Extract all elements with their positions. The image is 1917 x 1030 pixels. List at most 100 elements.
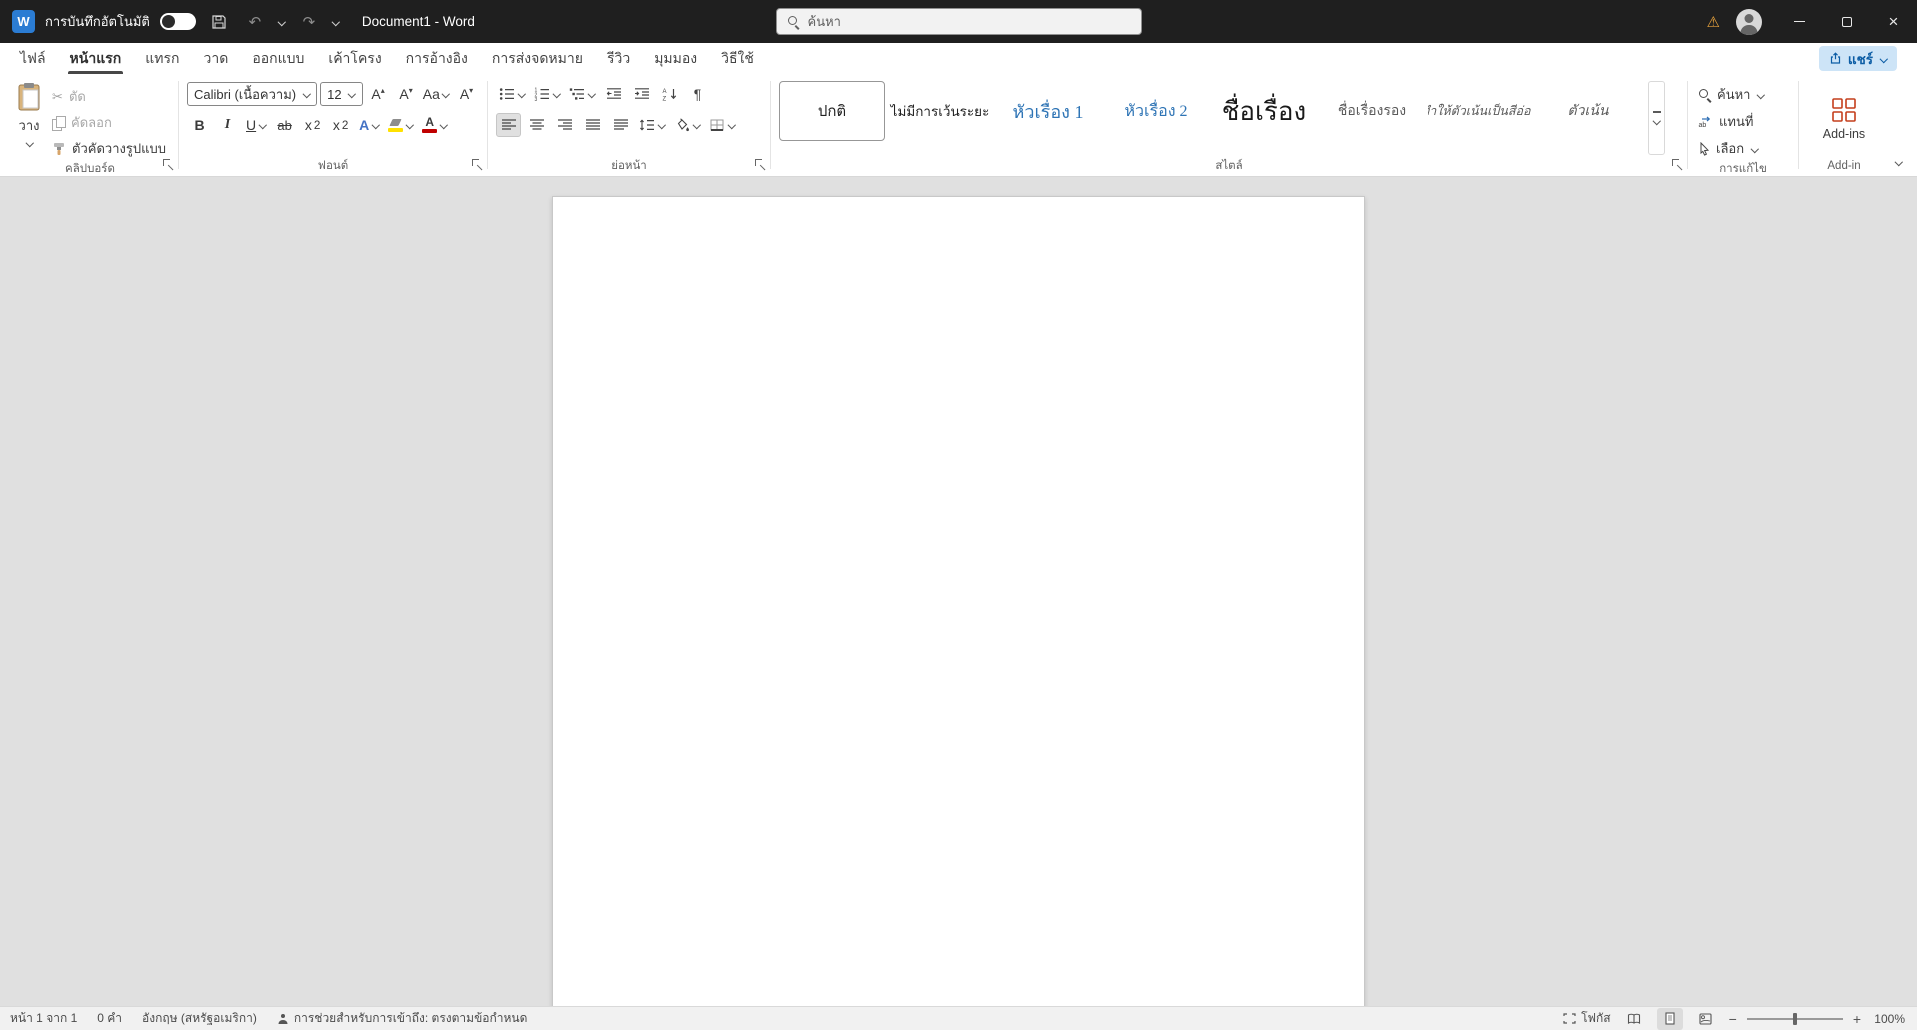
focus-button[interactable]: โฟกัส — [1563, 1007, 1611, 1030]
minimize-button[interactable] — [1776, 0, 1823, 43]
word-logo[interactable]: W — [12, 10, 35, 33]
focus-label: โฟกัส — [1581, 1009, 1611, 1028]
collapse-ribbon-button[interactable] — [1889, 154, 1907, 170]
font-size-combobox[interactable]: 12 — [320, 82, 362, 106]
tab-home[interactable]: หน้าแรก — [58, 43, 134, 74]
align-right-button[interactable] — [552, 113, 577, 137]
borders-button[interactable] — [706, 113, 738, 137]
shading-button[interactable] — [671, 113, 703, 137]
align-left-button[interactable] — [496, 113, 521, 137]
subscript-button[interactable]: x2 — [300, 113, 325, 137]
accessibility-status[interactable]: การช่วยสำหรับการเข้าถึง: ตรงตามข้อกำหนด — [277, 1007, 528, 1030]
style-emphasis[interactable]: ตัวเน้น — [1535, 81, 1641, 141]
superscript-button[interactable]: x2 — [328, 113, 353, 137]
zoom-slider[interactable] — [1747, 1012, 1843, 1026]
style-title[interactable]: ชื่อเรื่อง — [1211, 81, 1317, 141]
increase-indent-button[interactable] — [629, 82, 654, 106]
style-subtitle[interactable]: ชื่อเรื่องรอง — [1319, 81, 1425, 141]
change-case-button[interactable]: Aa — [422, 82, 451, 106]
underline-button[interactable]: U — [243, 113, 269, 137]
grow-font-button[interactable]: A — [366, 82, 391, 106]
italic-button[interactable]: I — [215, 113, 240, 137]
style-normal[interactable]: ปกติ — [779, 81, 885, 141]
search-input[interactable] — [808, 14, 1108, 29]
clear-formatting-button[interactable]: A — [454, 82, 479, 106]
print-layout-button[interactable] — [1657, 1008, 1683, 1030]
bullets-button[interactable] — [496, 82, 528, 106]
account-avatar[interactable] — [1736, 9, 1762, 35]
strikethrough-button[interactable]: ab — [272, 113, 297, 137]
tab-file[interactable]: ไฟล์ — [8, 43, 58, 74]
tab-draw[interactable]: วาด — [191, 43, 240, 74]
search-box[interactable] — [776, 8, 1142, 35]
show-formatting-marks-button[interactable]: ¶ — [685, 82, 710, 106]
clipboard-dialog-launcher[interactable] — [163, 159, 174, 170]
select-label: เลือก — [1716, 138, 1744, 159]
tab-references[interactable]: การอ้างอิง — [394, 43, 480, 74]
close-button[interactable]: × — [1870, 0, 1917, 43]
customize-toolbar-chevron-icon[interactable] — [332, 18, 340, 26]
shrink-font-button[interactable]: A — [394, 82, 419, 106]
warning-icon[interactable]: ⚠ — [1707, 13, 1720, 31]
page-indicator[interactable]: หน้า 1 จาก 1 — [10, 1007, 77, 1030]
styles-gallery-more-button[interactable] — [1648, 81, 1665, 155]
tab-layout[interactable]: เค้าโครง — [316, 43, 393, 74]
align-center-button[interactable] — [524, 113, 549, 137]
text-effects-button[interactable]: A — [356, 113, 382, 137]
read-mode-button[interactable] — [1621, 1008, 1647, 1030]
font-color-button[interactable]: A — [419, 113, 450, 137]
cut-button[interactable]: ✂ ตัด — [48, 85, 170, 108]
tab-mailings[interactable]: การส่งจดหมาย — [480, 43, 595, 74]
addins-button[interactable]: Add-ins — [1807, 80, 1881, 155]
tab-view[interactable]: มุมมอง — [642, 43, 709, 74]
tab-design[interactable]: ออกแบบ — [240, 43, 316, 74]
web-layout-button[interactable] — [1693, 1008, 1719, 1030]
justify-button[interactable] — [580, 113, 605, 137]
tab-insert[interactable]: แทรก — [133, 43, 191, 74]
font-name-combobox[interactable]: Calibri (เนื้อความ) — [187, 82, 317, 106]
decrease-indent-button[interactable] — [601, 82, 626, 106]
paragraph-dialog-launcher[interactable] — [755, 159, 766, 170]
tab-help[interactable]: วิธีใช้ — [709, 43, 766, 74]
select-button[interactable]: เลือก — [1696, 137, 1790, 160]
share-button[interactable]: แชร์ — [1819, 46, 1897, 71]
style-no-spacing[interactable]: ไม่มีการเว้นระยะ — [887, 81, 993, 141]
change-case-glyph: Aa — [423, 86, 440, 102]
autosave-toggle[interactable] — [160, 13, 196, 30]
zoom-level[interactable]: 100% — [1871, 1012, 1905, 1026]
line-spacing-button[interactable] — [636, 113, 668, 137]
zoom-in-button[interactable]: + — [1853, 1011, 1861, 1027]
style-preview: หัวเรื่อง 2 — [1124, 99, 1187, 124]
paragraph-group: 123 AZ — [490, 74, 768, 176]
document-page[interactable] — [552, 196, 1365, 1006]
paste-button[interactable]: วาง — [10, 80, 48, 160]
share-chevron-icon — [1879, 55, 1887, 63]
font-dialog-launcher[interactable] — [472, 159, 483, 170]
maximize-button[interactable] — [1823, 0, 1870, 43]
highlight-color-button[interactable] — [385, 113, 416, 137]
tab-review[interactable]: รีวิว — [595, 43, 642, 74]
style-heading-2[interactable]: หัวเรื่อง 2 — [1103, 81, 1209, 141]
multilevel-list-button[interactable] — [566, 82, 598, 106]
bold-button[interactable]: B — [187, 113, 212, 137]
numbering-button[interactable]: 123 — [531, 82, 563, 106]
zoom-slider-thumb[interactable] — [1793, 1013, 1797, 1025]
undo-dropdown-chevron-icon[interactable] — [278, 18, 286, 26]
find-button[interactable]: ค้นหา — [1696, 83, 1790, 106]
style-subtle-emphasis[interactable]: ทำให้ตัวเน้นเป็นสีอ่อน — [1427, 81, 1533, 141]
distribute-button[interactable] — [608, 113, 633, 137]
sort-button[interactable]: AZ — [657, 82, 682, 106]
save-button[interactable] — [206, 8, 232, 36]
styles-dialog-launcher[interactable] — [1672, 159, 1683, 170]
font-group-label: ฟอนต์ — [187, 155, 479, 176]
replace-button[interactable]: ab แทนที่ — [1696, 110, 1790, 133]
language-indicator[interactable]: อังกฤษ (สหรัฐอเมริกา) — [142, 1007, 257, 1030]
copy-button[interactable]: คัดลอก — [48, 111, 170, 134]
decrease-indent-icon — [606, 87, 622, 101]
style-heading-1[interactable]: หัวเรื่อง 1 — [995, 81, 1101, 141]
format-painter-button[interactable]: ตัวคัดวางรูปแบบ — [48, 137, 170, 160]
redo-button[interactable]: ↷ — [296, 8, 322, 36]
word-count[interactable]: 0 คำ — [97, 1007, 122, 1030]
zoom-out-button[interactable]: − — [1729, 1011, 1737, 1027]
undo-button[interactable]: ↶ — [242, 8, 268, 36]
